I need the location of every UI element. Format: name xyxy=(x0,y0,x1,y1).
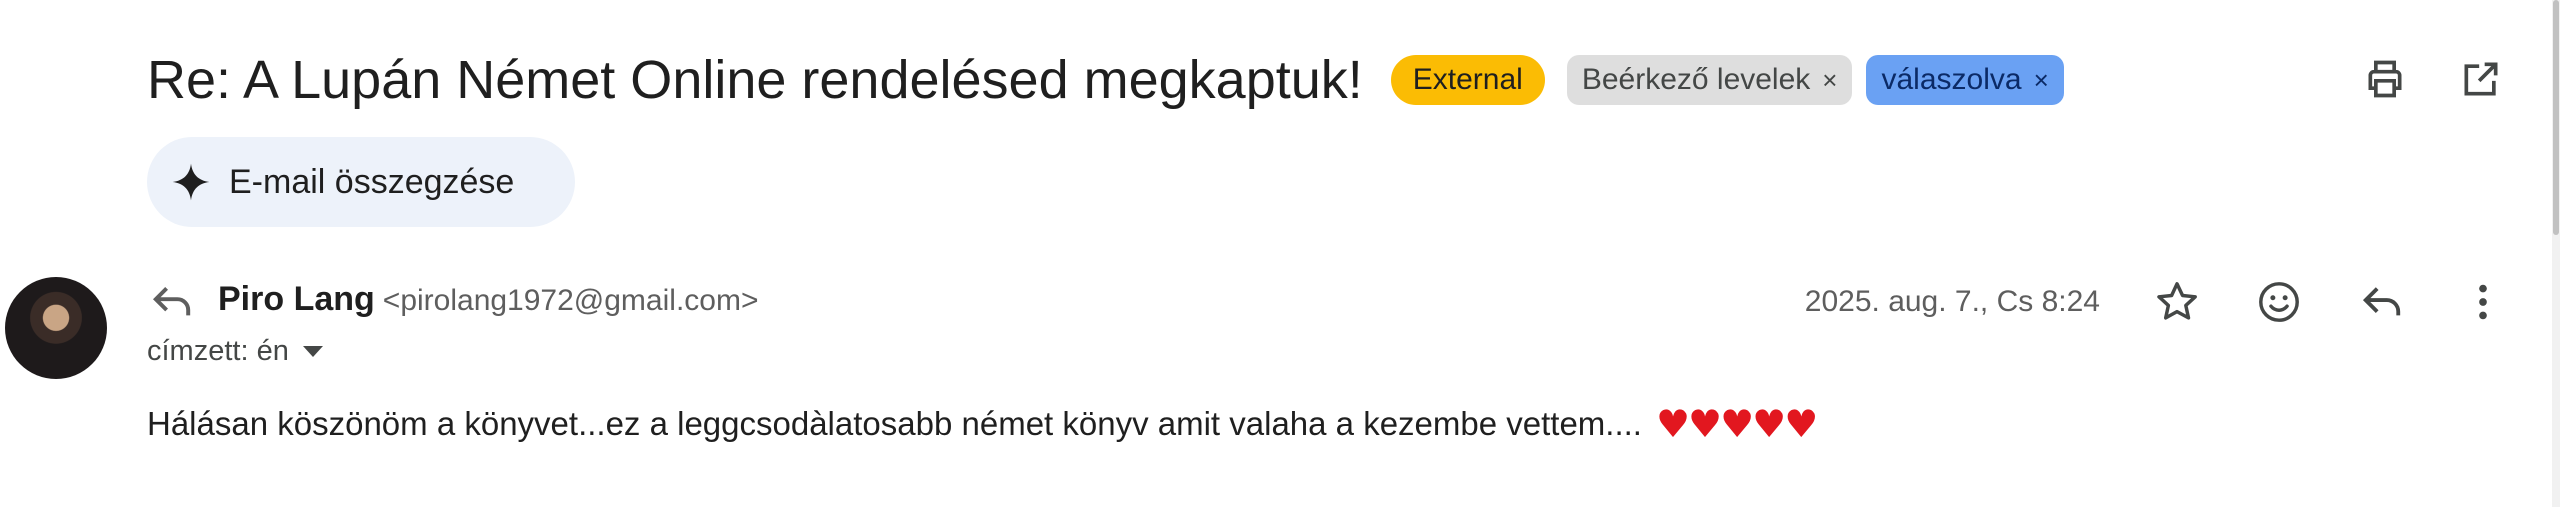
sparkle-icon xyxy=(172,163,210,201)
heart-emojis: ♥♥♥♥♥ xyxy=(1655,402,1818,446)
replied-indicator-icon xyxy=(152,286,191,316)
label-chip-inbox[interactable]: Beérkező levelek × xyxy=(1566,55,1853,105)
emoji-reaction-icon xyxy=(2259,282,2299,322)
add-reaction-button[interactable] xyxy=(2254,277,2304,327)
message-date: 2025. aug. 7., Cs 8:24 xyxy=(1804,285,2100,318)
more-options-button[interactable] xyxy=(2458,277,2508,327)
print-icon xyxy=(2368,60,2402,98)
external-badge: External xyxy=(1390,55,1545,105)
chevron-down-icon xyxy=(302,346,323,357)
email-subject: Re: A Lupán Német Online rendelésed megk… xyxy=(147,50,1363,110)
message-body: Hálásan köszönöm a könyvet...ez a leggcs… xyxy=(147,402,1818,446)
print-button[interactable] xyxy=(2361,55,2409,103)
recipient-details-toggle[interactable]: címzett: én xyxy=(147,335,323,368)
star-button[interactable] xyxy=(2152,277,2202,327)
subject-row: Re: A Lupán Német Online rendelésed megk… xyxy=(147,45,2064,115)
thread-toolbar xyxy=(2361,55,2505,103)
scrollbar[interactable] xyxy=(2552,0,2560,507)
label-chip-inbox-text: Beérkező levelek xyxy=(1581,63,1811,96)
sender-email: <pirolang1972@gmail.com> xyxy=(382,284,759,317)
remove-label-inbox-button[interactable]: × xyxy=(1822,65,1837,96)
sender-line: Piro Lang <pirolang1972@gmail.com> xyxy=(218,280,758,319)
reply-icon xyxy=(2362,287,2401,316)
open-in-new-window-button[interactable] xyxy=(2457,55,2505,103)
message-actions xyxy=(2152,277,2508,327)
star-icon xyxy=(2157,282,2197,320)
remove-label-replied-button[interactable]: × xyxy=(2034,65,2049,96)
sender-avatar[interactable] xyxy=(5,277,107,379)
summarize-email-label: E-mail összegzése xyxy=(229,162,515,201)
label-chip-replied[interactable]: válaszolva × xyxy=(1866,55,2064,105)
label-chip-replied-text: válaszolva xyxy=(1881,63,2022,96)
message-body-text: Hálásan köszönöm a könyvet...ez a leggcs… xyxy=(147,405,1642,442)
more-options-icon xyxy=(2479,284,2487,320)
open-in-new-window-icon xyxy=(2464,62,2498,96)
sender-name[interactable]: Piro Lang xyxy=(218,280,375,319)
reply-button[interactable] xyxy=(2356,277,2406,327)
recipient-label: címzett: én xyxy=(147,335,289,367)
scrollbar-thumb[interactable] xyxy=(2553,0,2559,235)
summarize-email-button[interactable]: E-mail összegzése xyxy=(147,137,575,227)
